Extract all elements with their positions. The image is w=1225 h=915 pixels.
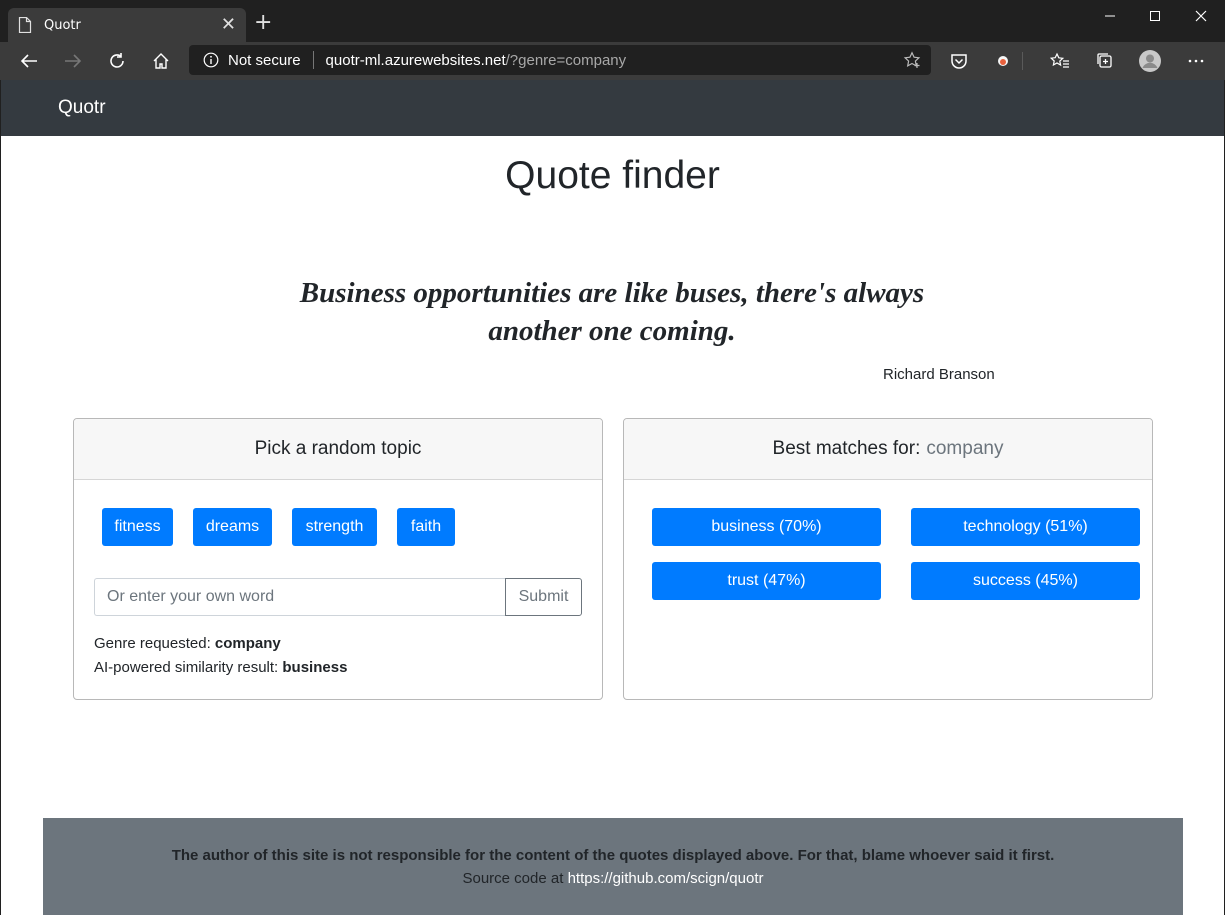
match-button-trust[interactable]: trust (47%) <box>652 562 881 600</box>
add-favorite-star-icon[interactable] <box>903 51 921 73</box>
favorites-icon[interactable] <box>1048 50 1072 72</box>
quote-text: Business opportunities are like buses, t… <box>299 277 925 347</box>
security-status[interactable]: Not secure <box>228 52 301 69</box>
topic-button-strength[interactable]: strength <box>292 508 377 546</box>
maximize-icon[interactable] <box>1140 6 1170 26</box>
footer-source-prefix: Source code at <box>462 870 568 887</box>
collections-icon[interactable] <box>1093 50 1117 72</box>
similarity-result-value: business <box>282 659 348 676</box>
topic-button-dreams[interactable]: dreams <box>193 508 272 546</box>
close-window-icon[interactable] <box>1186 6 1216 26</box>
more-menu-icon[interactable] <box>1184 50 1208 72</box>
document-icon <box>18 16 32 34</box>
site-navbar: Quotr <box>1 80 1224 136</box>
url-host: quotr-ml.azurewebsites.net <box>325 51 506 69</box>
custom-word-form: Or enter your own word Submit <box>94 578 582 616</box>
toolbar-divider <box>1022 52 1023 70</box>
url-path: /?genre=company <box>505 51 627 69</box>
genre-requested-value: company <box>214 635 281 652</box>
address-divider <box>312 51 314 69</box>
source-code-link[interactable]: https://github.com/scign/quotr <box>568 870 764 887</box>
footer-disclaimer: The author of this site is not responsib… <box>171 847 1055 864</box>
similarity-result-label: AI-powered similarity result: <box>94 659 283 676</box>
random-topic-card: Pick a random topic fitness dreams stren… <box>73 418 603 700</box>
random-topic-header: Pick a random topic <box>74 419 602 480</box>
brand-logo-text[interactable]: Quotr <box>58 97 106 119</box>
address-bar[interactable]: Not secure quotr-ml.azurewebsites.net /?… <box>189 45 931 75</box>
best-matches-header: Best matches for: company <box>624 419 1152 480</box>
profile-avatar-icon[interactable] <box>1138 50 1162 72</box>
best-matches-label: Best matches for: <box>772 438 921 459</box>
forward-arrow-icon[interactable] <box>61 50 85 72</box>
similarity-result-line: AI-powered similarity result: business <box>94 659 347 676</box>
new-tab-icon[interactable]: + <box>254 12 272 34</box>
custom-word-input[interactable]: Or enter your own word <box>94 578 505 616</box>
genre-requested-line: Genre requested: company <box>94 635 281 652</box>
topic-button-faith[interactable]: faith <box>397 508 455 546</box>
back-arrow-icon[interactable] <box>17 50 41 72</box>
match-button-business[interactable]: business (70%) <box>652 508 881 546</box>
match-button-success[interactable]: success (45%) <box>911 562 1140 600</box>
site-footer: The author of this site is not responsib… <box>43 818 1183 915</box>
info-icon[interactable] <box>203 52 219 68</box>
genre-requested-label: Genre requested: <box>94 635 215 652</box>
footer-source-line: Source code at https://github.com/scign/… <box>43 870 1183 887</box>
pocket-icon[interactable] <box>947 50 971 72</box>
refresh-icon[interactable] <box>105 50 129 72</box>
browser-titlebar: Quotr ✕ + <box>0 0 1225 42</box>
random-topic-header-text: Pick a random topic <box>254 438 422 459</box>
best-matches-term: company <box>926 438 1004 459</box>
tab-title: Quotr <box>44 17 81 33</box>
quote-author: Richard Branson <box>883 366 995 383</box>
home-icon[interactable] <box>149 50 173 72</box>
tab-close-icon[interactable]: ✕ <box>221 16 236 34</box>
extension-icon[interactable] <box>991 50 1015 72</box>
browser-tab[interactable]: Quotr ✕ <box>8 8 246 42</box>
page-content: Quote finder Business opportunities are … <box>1 136 1224 915</box>
best-matches-card: Best matches for: company business (70%)… <box>623 418 1153 700</box>
minimize-icon[interactable] <box>1095 6 1125 26</box>
match-button-technology[interactable]: technology (51%) <box>911 508 1140 546</box>
topic-button-fitness[interactable]: fitness <box>102 508 173 546</box>
submit-button[interactable]: Submit <box>505 578 582 616</box>
page-title: Quote finder <box>505 154 720 197</box>
